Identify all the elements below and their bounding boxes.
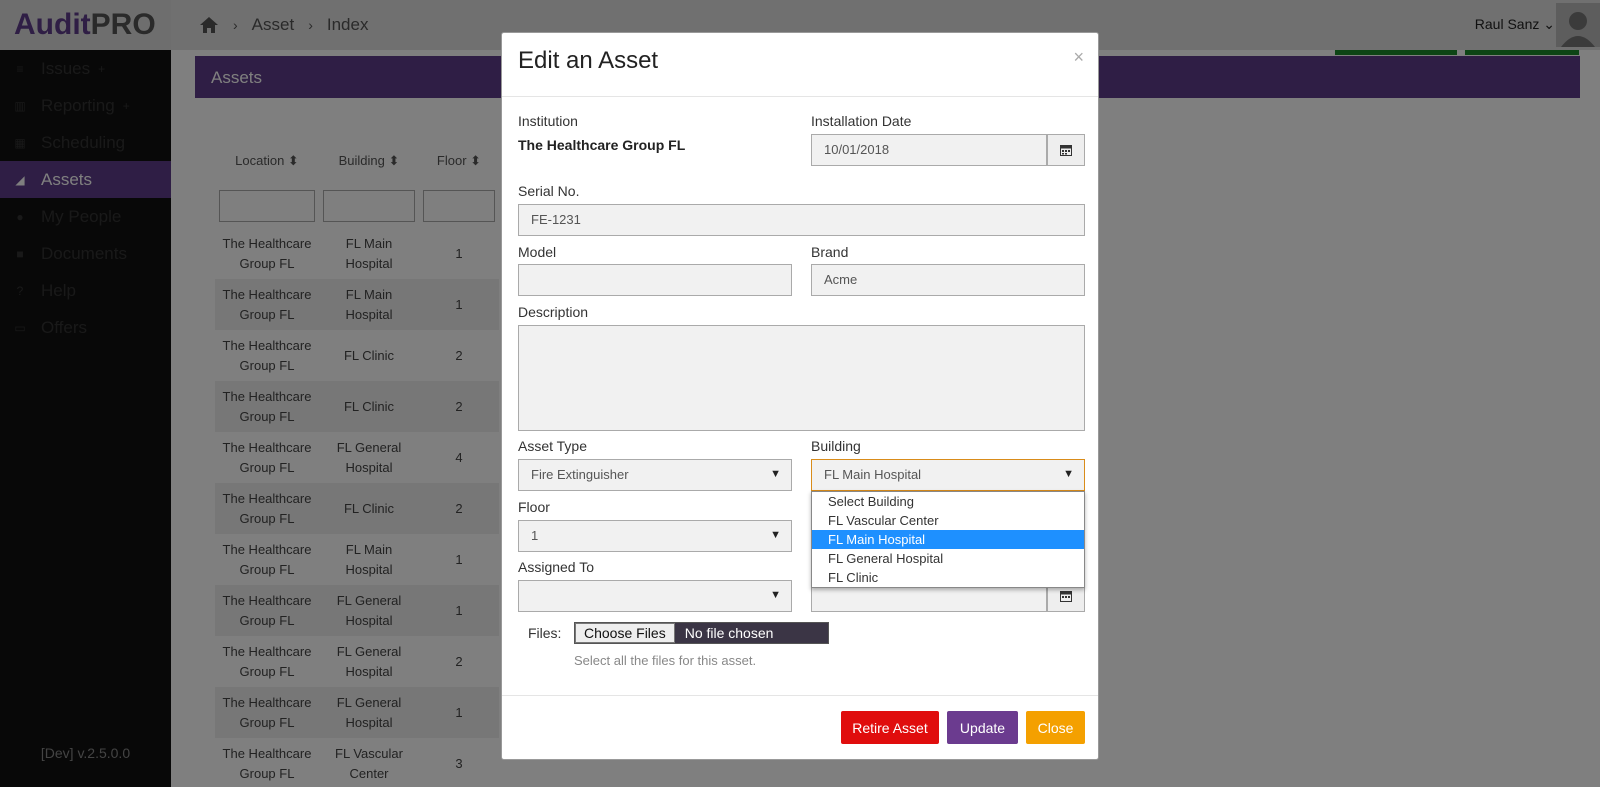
- building-option[interactable]: FL Vascular Center: [812, 511, 1084, 530]
- assigned-to-label: Assigned To: [518, 559, 595, 575]
- building-select[interactable]: FL Main Hospital ▼: [811, 459, 1085, 491]
- building-option-selected[interactable]: FL Main Hospital: [812, 530, 1084, 549]
- assigned-to-select[interactable]: ▼: [518, 580, 792, 612]
- building-option[interactable]: Select Building: [812, 492, 1084, 511]
- description-textarea[interactable]: [518, 325, 1085, 431]
- update-button[interactable]: Update: [947, 711, 1018, 744]
- chevron-down-icon: ▼: [1063, 468, 1074, 480]
- description-label: Description: [518, 304, 589, 320]
- chevron-down-icon: ▼: [770, 529, 781, 541]
- file-input[interactable]: Choose Files No file chosen: [574, 622, 829, 644]
- floor-label: Floor: [518, 499, 550, 515]
- calendar-button[interactable]: [1047, 134, 1085, 166]
- floor-select[interactable]: 1 ▼: [518, 520, 792, 552]
- brand-input[interactable]: Acme: [811, 264, 1085, 296]
- institution-label: Institution: [518, 113, 578, 129]
- installation-date-label: Installation Date: [811, 113, 912, 129]
- asset-type-label: Asset Type: [518, 438, 588, 454]
- building-option[interactable]: FL Clinic: [812, 568, 1084, 587]
- files-label: Files:: [528, 625, 562, 641]
- institution-value: The Healthcare Group FL: [518, 137, 686, 153]
- model-label: Model: [518, 244, 557, 260]
- files-hint: Select all the files for this asset.: [574, 653, 757, 668]
- asset-type-select[interactable]: Fire Extinguisher ▼: [518, 459, 792, 491]
- brand-label: Brand: [811, 244, 849, 260]
- building-dropdown: Select Building FL Vascular Center FL Ma…: [811, 491, 1085, 588]
- close-button[interactable]: Close: [1026, 711, 1085, 744]
- calendar-icon: [1060, 591, 1072, 602]
- calendar-icon: [1060, 145, 1072, 156]
- file-status: No file chosen: [684, 625, 774, 641]
- serial-input[interactable]: FE-1231: [518, 204, 1085, 236]
- chevron-down-icon: ▼: [770, 468, 781, 480]
- modal-header: Edit an Asset ×: [502, 33, 1098, 97]
- serial-label: Serial No.: [518, 183, 580, 199]
- choose-files-button[interactable]: Choose Files: [575, 623, 675, 643]
- edit-asset-modal: Edit an Asset × Institution The Healthca…: [501, 32, 1099, 760]
- model-input[interactable]: [518, 264, 792, 296]
- chevron-down-icon: ▼: [770, 589, 781, 601]
- retire-asset-button[interactable]: Retire Asset: [841, 711, 939, 744]
- installation-date-input[interactable]: 10/01/2018: [811, 134, 1047, 166]
- building-option[interactable]: FL General Hospital: [812, 549, 1084, 568]
- modal-title: Edit an Asset: [518, 47, 659, 74]
- building-label: Building: [811, 438, 861, 454]
- close-icon[interactable]: ×: [1073, 47, 1084, 68]
- modal-footer: Retire Asset Update Close: [502, 695, 1098, 759]
